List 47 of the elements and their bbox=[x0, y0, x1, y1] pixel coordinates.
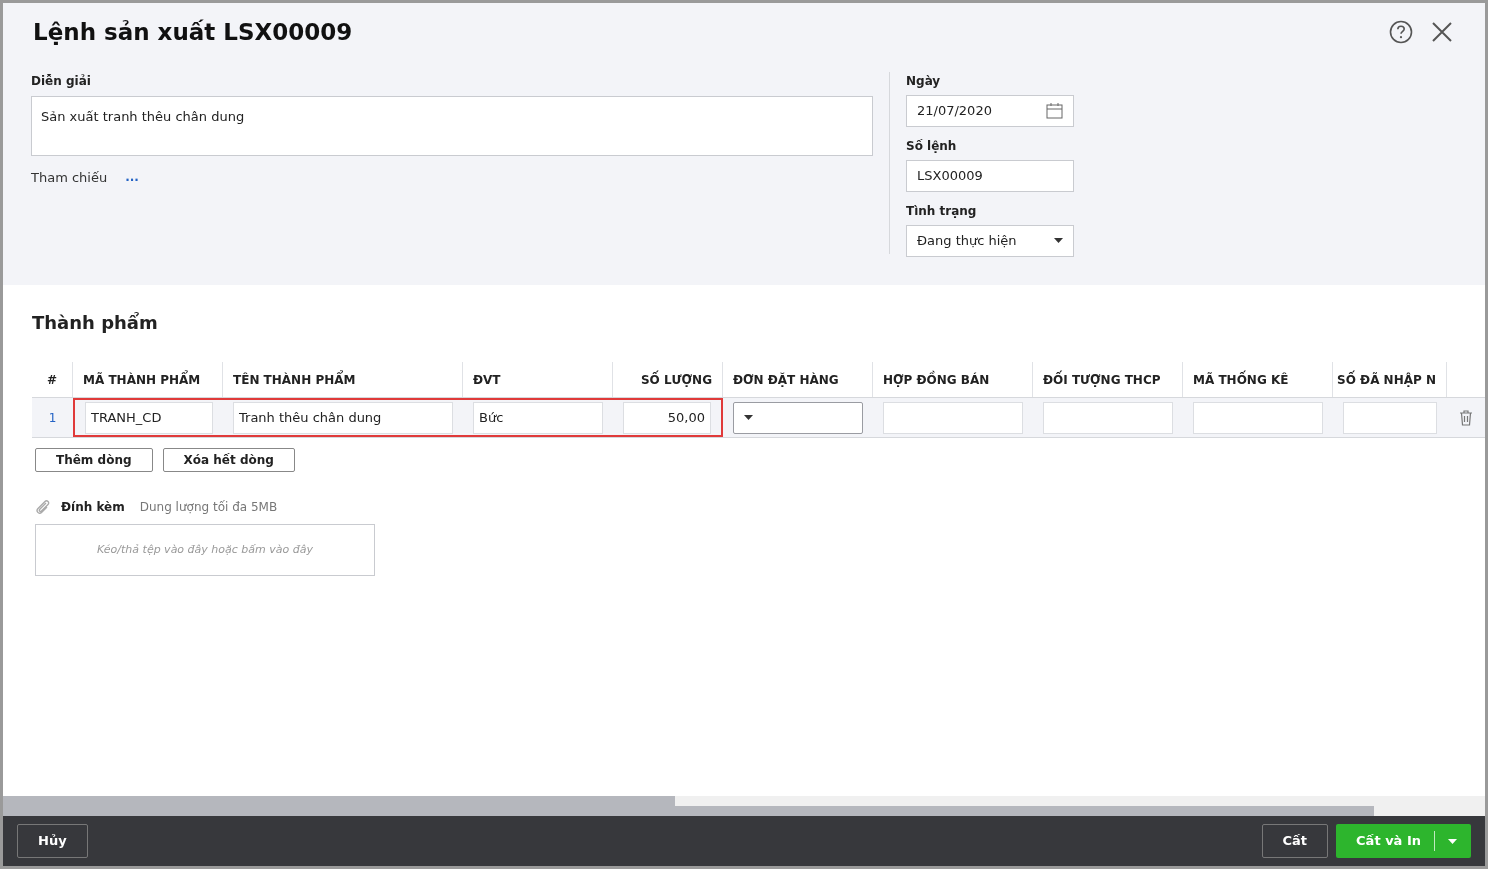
cell-input[interactable] bbox=[1343, 401, 1437, 434]
calendar-icon[interactable] bbox=[1046, 102, 1063, 119]
section-title: Thành phẩm bbox=[32, 311, 159, 335]
row-action-button[interactable]: Thêm dòng bbox=[35, 448, 153, 472]
column-header: SỐ LƯỢNG bbox=[613, 362, 723, 397]
caret-icon bbox=[744, 415, 753, 420]
help-icon[interactable] bbox=[1389, 20, 1413, 45]
column-header: # bbox=[32, 362, 73, 397]
column-header: ĐƠN ĐẶT HÀNG bbox=[723, 362, 873, 397]
description-field[interactable]: Sản xuất tranh thêu chân dung bbox=[31, 95, 873, 156]
save-button[interactable]: Cất bbox=[1261, 824, 1329, 858]
column-header: ĐVT bbox=[463, 362, 613, 397]
cell-input[interactable] bbox=[1043, 401, 1173, 434]
row-number: 1 bbox=[47, 409, 58, 427]
reference-label: Tham chiếu bbox=[31, 168, 108, 187]
cell-input[interactable]: Tranh thêu chân dung bbox=[233, 401, 453, 434]
close-icon[interactable] bbox=[1431, 21, 1453, 44]
attachment-label: Đính kèm bbox=[61, 499, 125, 516]
column-header: TÊN THÀNH PHẨM bbox=[223, 362, 463, 397]
cell-dropdown[interactable] bbox=[733, 401, 863, 434]
field-label: Số lệnh bbox=[906, 137, 958, 155]
cell-input[interactable]: Bức bbox=[473, 401, 603, 434]
field-label: Diễn giải bbox=[31, 72, 92, 90]
dialog-title: Lệnh sản xuất LSX00009 bbox=[33, 18, 353, 47]
column-header: ĐỐI TƯỢNG THCP bbox=[1033, 362, 1183, 397]
horizontal-scrollbar[interactable] bbox=[3, 796, 1485, 816]
column-header: SỐ ĐÃ NHẬP N bbox=[1333, 362, 1447, 397]
caret-icon bbox=[1448, 838, 1457, 844]
paperclip-icon bbox=[35, 498, 51, 516]
cell-input[interactable] bbox=[1193, 401, 1323, 434]
date-field[interactable]: 21/07/2020 bbox=[906, 94, 1074, 127]
order-number-field[interactable]: LSX00009 bbox=[906, 159, 1074, 192]
cell-input[interactable]: TRANH_CD bbox=[85, 401, 213, 434]
column-header: HỢP ĐỒNG BÁN bbox=[873, 362, 1033, 397]
column-header: MÃ THÀNH PHẨM bbox=[73, 362, 223, 397]
trash-icon[interactable] bbox=[1459, 409, 1473, 426]
field-label: Tình trạng bbox=[906, 202, 978, 220]
cell-input[interactable]: 50,00 bbox=[623, 401, 711, 434]
cancel-button[interactable]: Hủy bbox=[17, 824, 88, 858]
field-label: Ngày bbox=[906, 72, 942, 90]
row-action-button[interactable]: Xóa hết dòng bbox=[162, 448, 295, 472]
column-header: MÃ THỐNG KÊ bbox=[1183, 362, 1333, 397]
reference-link[interactable]: ... bbox=[125, 168, 139, 187]
caret-icon bbox=[1054, 238, 1063, 243]
attachment-hint: Dung lượng tối đa 5MB bbox=[139, 499, 278, 516]
status-dropdown[interactable]: Đang thực hiện bbox=[906, 224, 1074, 257]
cell-input[interactable] bbox=[883, 401, 1023, 434]
